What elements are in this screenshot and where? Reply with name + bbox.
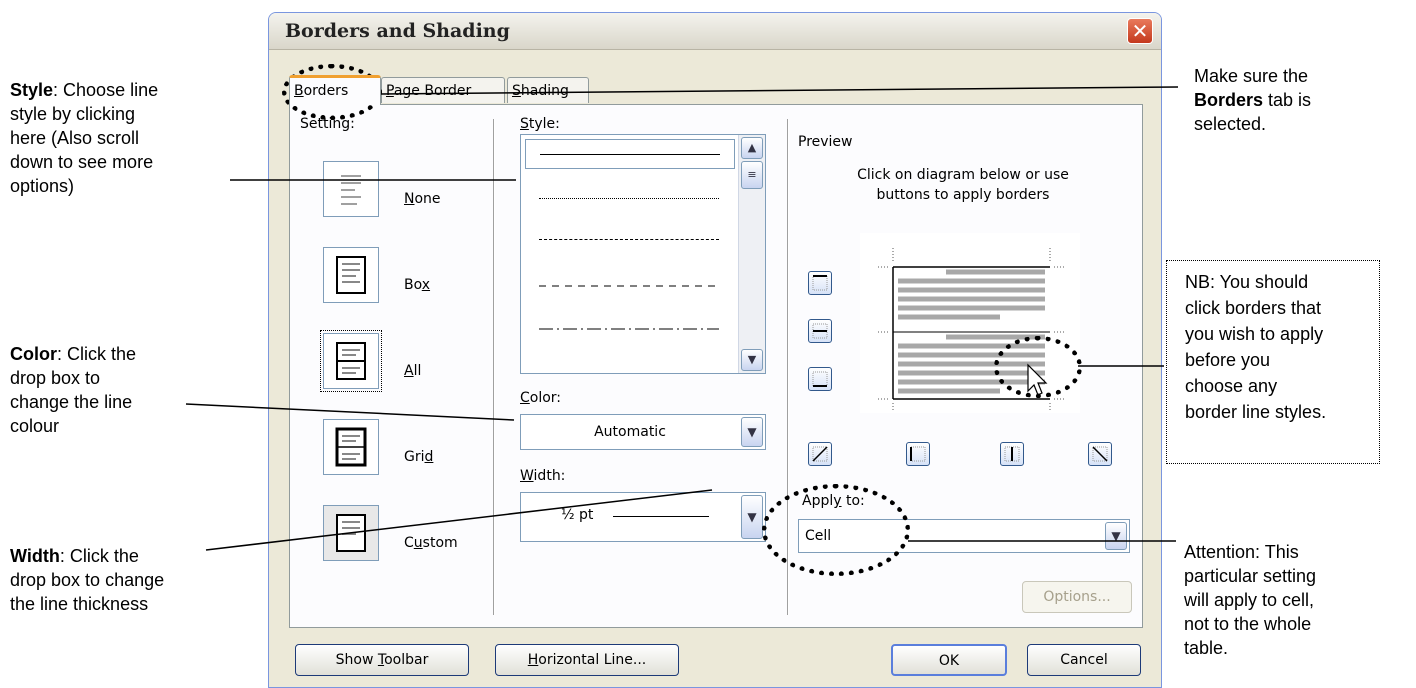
tab-label: B [294,83,304,99]
color-callout-line [185,403,515,421]
tab-borders[interactable]: Borders [289,75,381,105]
callout-lines [185,86,1179,551]
borders-callout-line [379,86,1179,95]
tab-label: orders [303,83,349,99]
width-callout-line [205,489,713,551]
